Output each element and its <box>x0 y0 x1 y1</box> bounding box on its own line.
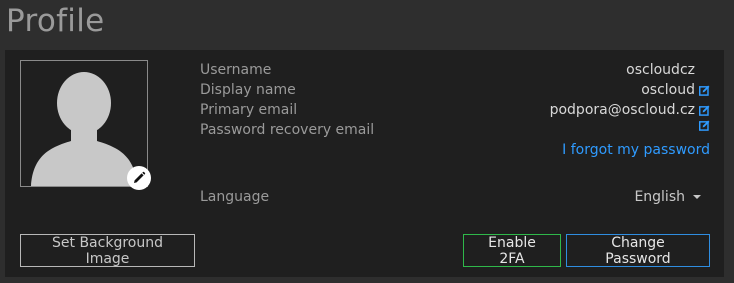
language-label: Language <box>200 189 270 205</box>
edit-primary-email-icon[interactable] <box>699 105 710 116</box>
enable-2fa-button[interactable]: Enable 2FA <box>463 234 561 267</box>
change-password-button[interactable]: Change Password <box>566 234 710 267</box>
edit-display-name-icon[interactable] <box>699 85 710 96</box>
primary-email-label: Primary email <box>200 102 298 118</box>
page-title: Profile <box>6 3 105 39</box>
profile-panel: Username oscloudcz Display name oscloud … <box>5 50 724 277</box>
display-name-label: Display name <box>200 82 296 98</box>
edit-avatar-button[interactable] <box>127 166 151 190</box>
caret-down-icon <box>693 195 701 199</box>
username-label: Username <box>200 62 272 78</box>
pencil-icon <box>134 171 146 183</box>
display-name-row: oscloud <box>641 80 710 100</box>
primary-email-row: podpora@oscloud.cz <box>550 100 710 120</box>
avatar <box>20 60 148 187</box>
edit-recovery-email-icon[interactable] <box>699 120 710 131</box>
username-value: oscloudcz <box>626 62 695 78</box>
recovery-email-label: Password recovery email <box>200 122 375 138</box>
language-select[interactable]: English <box>634 186 701 208</box>
forgot-password-link[interactable]: I forgot my password <box>562 140 710 160</box>
primary-email-value: podpora@oscloud.cz <box>549 102 695 118</box>
display-name-value: oscloud <box>641 82 695 98</box>
set-background-button[interactable]: Set Background Image <box>20 234 195 267</box>
recovery-email-row <box>695 120 710 131</box>
avatar-silhouette-icon <box>31 72 137 186</box>
language-value: English <box>634 189 685 205</box>
